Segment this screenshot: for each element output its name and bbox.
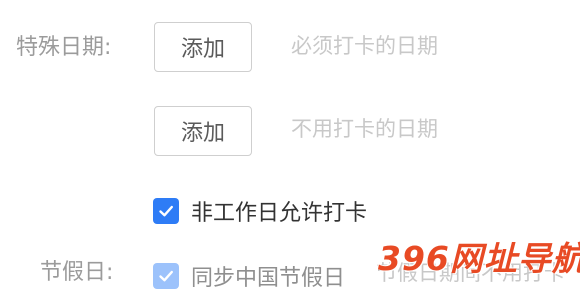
sync-china-holidays-label: 同步中国节假日 [191,266,346,291]
checkbox-checked-icon [153,263,179,289]
sync-china-holidays-checkbox[interactable]: 同步中国节假日 [153,260,345,292]
special-dates-label: 特殊日期: [16,35,112,60]
must-clock-hint: 必须打卡的日期 [291,34,438,58]
allow-non-workday-clock-checkbox[interactable]: 非工作日允许打卡 [153,195,367,227]
checkmark-icon [159,270,173,282]
checkbox-checked-icon [153,198,179,224]
attendance-settings-panel: 特殊日期: 添加 必须打卡的日期 添加 不用打卡的日期 非工作日允许打卡 节假日… [0,0,580,291]
add-must-clock-date-button[interactable]: 添加 [154,22,252,72]
site-watermark-logo: 396网址导航 [378,239,580,278]
holidays-label: 节假日: [40,260,114,285]
add-no-clock-date-button[interactable]: 添加 [154,106,252,156]
checkmark-icon [159,205,173,217]
no-clock-hint: 不用打卡的日期 [291,117,438,141]
allow-non-workday-clock-label: 非工作日允许打卡 [191,201,368,226]
